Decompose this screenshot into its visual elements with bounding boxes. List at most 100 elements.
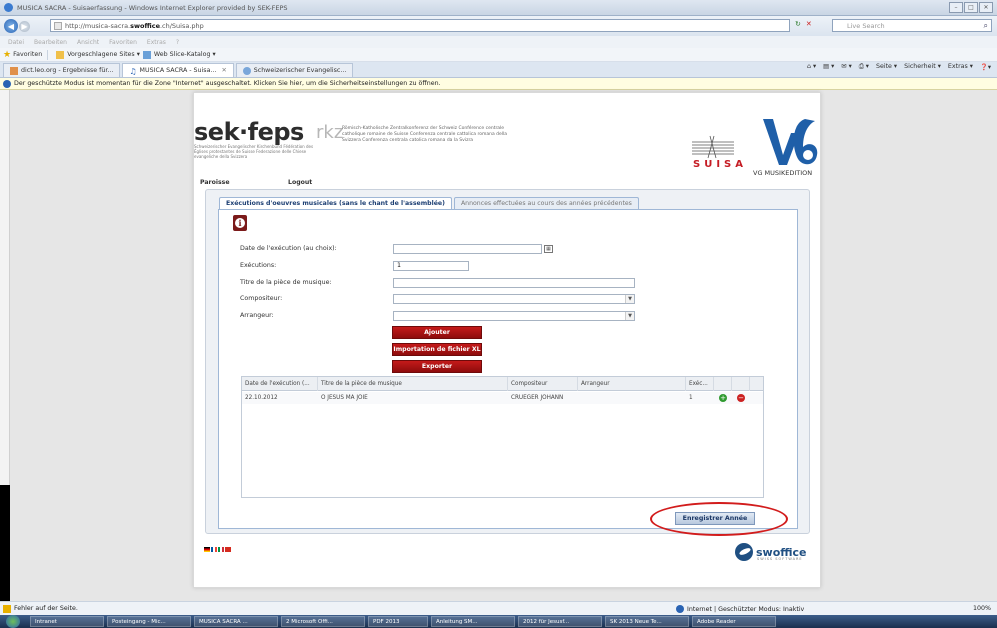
column-date[interactable]: Date de l'exécution (... [242,377,318,391]
cell-arranger [578,392,581,404]
column-action-add [714,377,732,391]
taskbar-item[interactable]: SK 2013 Neue Te... [605,616,689,627]
protected-mode-infobar[interactable]: Der geschützte Modus ist momentan für di… [0,78,997,90]
flag-de-icon[interactable] [204,547,210,552]
url-prefix: http://musica-sacra. [65,21,131,30]
menu-ansicht[interactable]: Ansicht [77,39,99,46]
column-action-delete [732,377,750,391]
print-icon[interactable]: ⎙ ▾ [859,63,869,71]
browser-tab-leo[interactable]: dict.leo.org - Ergebnisse für... [3,63,121,77]
title-label: Titre de la pièce de musique: [240,279,332,286]
taskbar-item[interactable]: MUSICA SACRA ... [194,616,278,627]
browser-tab-label: MUSICA SACRA - Suisa... [139,67,217,74]
music-note-icon: ♫ [129,66,137,76]
column-title[interactable]: Titre de la pièce de musique [318,377,508,391]
command-extras[interactable]: Extras ▾ [948,63,973,71]
stop-icon[interactable]: ✕ [806,20,812,28]
taskbar-item[interactable]: Anleitung SM... [431,616,515,627]
language-flags [204,547,232,552]
add-button[interactable]: Ajouter [392,326,482,339]
ie-icon [4,3,13,12]
close-window-button[interactable]: ✕ [979,2,993,13]
flag-fr-icon[interactable] [211,547,217,552]
column-executions[interactable]: Exéc... [686,377,714,391]
warning-icon[interactable] [3,604,11,613]
url-input[interactable]: http://musica-sacra. swoffice .ch/Suisa.ph… [50,19,790,32]
browser-tab-label: dict.leo.org - Ergebnisse für... [21,67,114,74]
arranger-select[interactable] [393,311,635,321]
help-icon[interactable]: ❓▾ [980,63,991,71]
menu-help[interactable]: ? [176,39,179,46]
command-seite[interactable]: Seite ▾ [876,63,897,71]
tab-executions[interactable]: Exécutions d'oeuvres musicales (sans le … [219,197,452,209]
window-titlebar: MUSICA SACRA - Suisaerfassung - Windows … [0,0,997,16]
favorites-star-icon[interactable]: ★ [3,50,11,60]
export-button[interactable]: Exporter [392,360,482,373]
nav-paroisse[interactable]: Paroisse [200,179,230,186]
maximize-button[interactable]: □ [964,2,978,13]
composer-label: Compositeur: [240,295,283,302]
taskbar-item[interactable]: PDF 2013 [368,616,428,627]
favorites-label[interactable]: Favoriten [13,51,42,58]
title-input[interactable] [393,278,635,288]
search-icon[interactable]: ⌕ [984,21,988,31]
home-icon[interactable]: ⌂ ▾ [807,63,816,71]
taskbar-item[interactable]: Adobe Reader [692,616,776,627]
globe-icon [676,605,684,613]
minimize-button[interactable]: – [949,2,963,13]
favorites-item-webslice[interactable]: Web Slice-Katalog ▾ [154,51,216,58]
feeds-icon[interactable]: ▤ ▾ [823,63,834,71]
favorites-separator [47,49,49,60]
arranger-dropdown-icon[interactable]: ▼ [625,312,634,320]
composer-select[interactable] [393,294,635,304]
browser-tab-musica-sacra[interactable]: ♫ MUSICA SACRA - Suisa... ✕ [122,63,234,77]
menu-favoriten[interactable]: Favoriten [109,39,137,46]
delete-row-icon[interactable]: − [737,394,745,402]
column-composer[interactable]: Compositeur [508,377,578,391]
composer-dropdown-icon[interactable]: ▼ [625,295,634,303]
close-tab-icon[interactable]: ✕ [221,67,226,74]
forward-button[interactable]: ▶ [19,20,30,32]
start-button[interactable] [6,615,20,628]
sek-feps-logo: sek·feps [194,118,304,146]
menu-datei[interactable]: Datei [8,39,24,46]
save-year-button[interactable]: Enregistrer Année [675,512,755,525]
back-button[interactable]: ◀ [4,19,18,33]
import-xl-button[interactable]: Importation de fichier XL [392,343,482,356]
security-zone[interactable]: Internet | Geschützter Modus: Inaktiv [676,605,804,613]
nav-logout[interactable]: Logout [288,179,312,186]
swoffice-logo: swoffice SWISS SOFTWARE [735,543,807,561]
zoom-level[interactable]: 100% [973,605,991,612]
menu-extras[interactable]: Extras [147,39,166,46]
cell-executions: 1 [689,395,693,401]
windows-taskbar: Intranet Posteingang - Mic... MUSICA SAC… [0,615,997,628]
suisa-emblem-icon [692,135,734,159]
flag-it-icon[interactable] [218,547,224,552]
tab-previous-years[interactable]: Annonces effectuées au cours des années … [453,197,639,209]
command-bar: ⌂ ▾ ▤ ▾ ✉ ▾ ⎙ ▾ Seite ▾ Sicherheit ▾ Ext… [800,63,991,71]
status-text[interactable]: Fehler auf der Seite. [14,605,78,612]
favorites-bar: ★ Favoriten Vorgeschlagene Sites ▾ Web S… [0,48,997,62]
favorites-item-suggested[interactable]: Vorgeschlagene Sites ▾ [67,51,140,58]
taskbar-item[interactable]: Posteingang - Mic... [107,616,191,627]
table-row[interactable]: 22.10.2012 O JESUS MA JOIE CRUEGER JOHAN… [242,392,763,404]
swoffice-icon [735,543,753,561]
taskbar-item[interactable]: Intranet [30,616,104,627]
command-sicherheit[interactable]: Sicherheit ▾ [904,63,941,71]
flag-rm-icon[interactable] [225,547,231,552]
shield-icon [3,79,11,88]
browser-tab-sek[interactable]: Schweizerischer Evangelisc... [235,63,354,77]
rkz-logo: rkz [316,122,344,143]
date-input[interactable] [393,244,542,254]
refresh-icon[interactable]: ↻ [795,20,801,28]
mail-icon[interactable]: ✉ ▾ [841,63,851,71]
calendar-icon[interactable]: ▦ [544,245,553,253]
executions-table: Date de l'exécution (... Titre de la piè… [241,376,764,498]
executions-input[interactable]: 1 [393,261,469,271]
search-input[interactable]: Live Search ⌕ [832,19,992,32]
column-arranger[interactable]: Arrangeur [578,377,686,391]
menu-bearbeiten[interactable]: Bearbeiten [34,39,67,46]
taskbar-item[interactable]: 2012 für Jesusf... [518,616,602,627]
add-row-icon[interactable]: + [719,394,727,402]
taskbar-item[interactable]: 2 Microsoft Offi... [281,616,365,627]
